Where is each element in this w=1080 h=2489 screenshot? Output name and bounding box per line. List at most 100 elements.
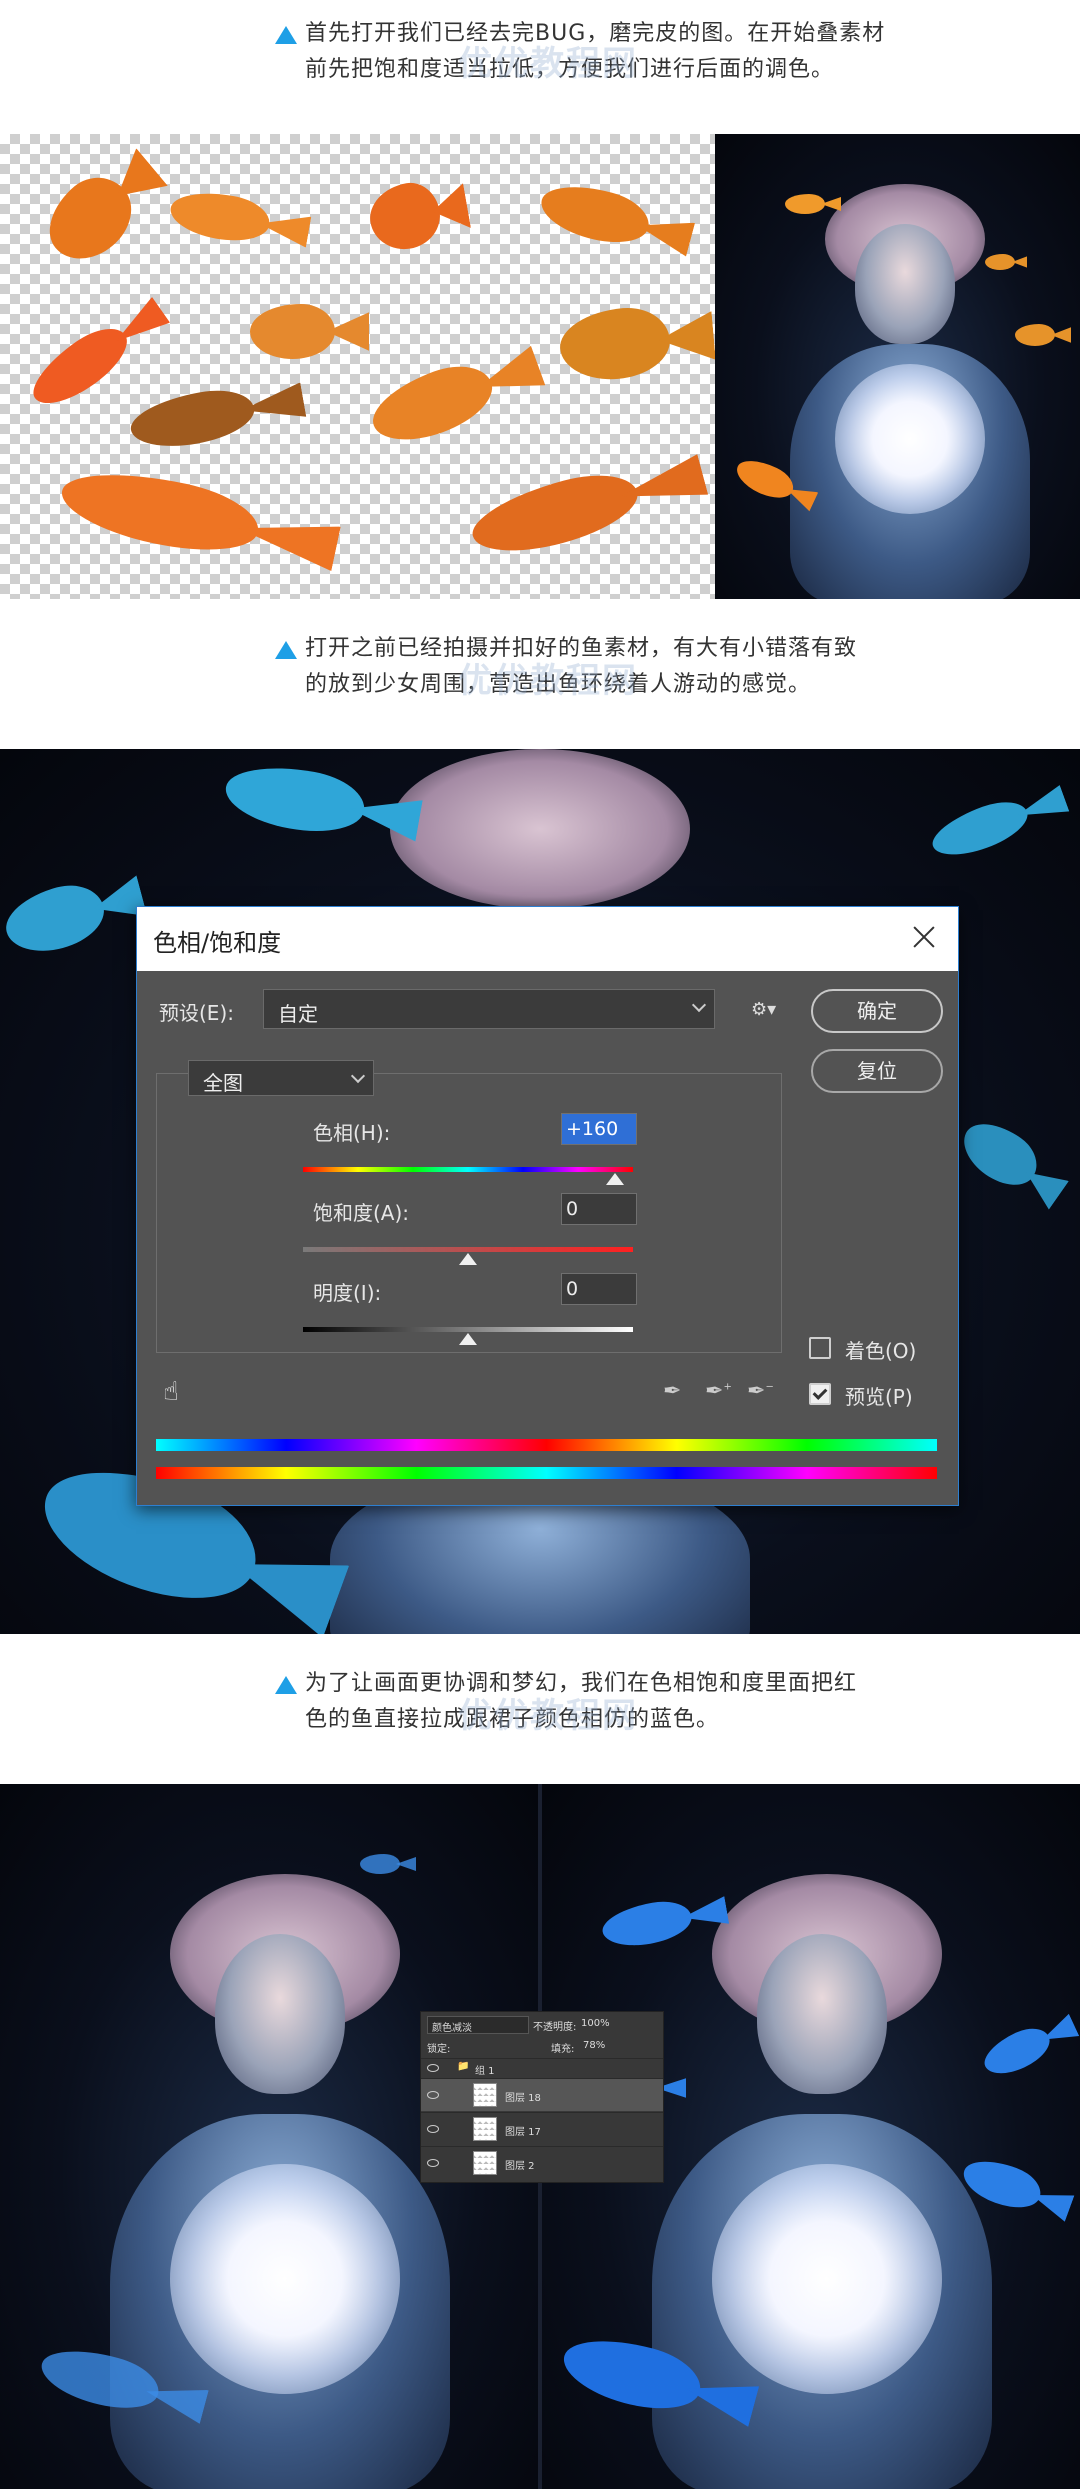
goldfish-image (33, 163, 147, 275)
goldfish-image (166, 185, 274, 248)
adjustment-group (156, 1073, 782, 1353)
layer-row[interactable]: 图层 2 (421, 2146, 663, 2179)
watermark: 优优教程网 (458, 1696, 638, 1736)
input-color-bar (156, 1467, 937, 1479)
gear-icon[interactable]: ⚙▾ (751, 999, 776, 1021)
hue-field[interactable]: +160 (561, 1113, 637, 1145)
blue-fish-image (599, 1896, 695, 1952)
hue-slider-thumb[interactable] (605, 1173, 624, 1185)
eye-icon[interactable] (427, 2125, 439, 2133)
saturation-field[interactable]: 0 (561, 1193, 637, 1225)
glowing-orb (712, 2164, 942, 2394)
goldfish-image (250, 304, 335, 359)
triangle-bullet-icon (275, 26, 297, 44)
goldfish-image (731, 452, 799, 506)
preview-checkbox[interactable] (809, 1383, 831, 1405)
blue-fish-image (360, 1854, 400, 1874)
dialog-title: 色相/饱和度 (153, 929, 282, 957)
lightness-slider-track[interactable] (303, 1327, 633, 1332)
blue-fish-image (926, 793, 1034, 865)
layer-name: 图层 2 (505, 2161, 535, 2172)
fill-value[interactable]: 78% (583, 2040, 605, 2051)
glowing-orb (170, 2164, 400, 2394)
fill-label: 填充: (551, 2044, 575, 2055)
triangle-bullet-icon (275, 1676, 297, 1694)
eyedropper-icon[interactable]: ✒ (663, 1379, 681, 1404)
channel-select[interactable]: 全图 (188, 1060, 374, 1096)
hue-label: 色相(H): (313, 1121, 391, 1145)
eyedropper-subtract-icon[interactable]: ✒− (747, 1379, 774, 1404)
blue-fish-image (977, 2020, 1057, 2083)
preset-value: 自定 (278, 1002, 318, 1026)
preview-label: 预览(P) (845, 1385, 913, 1409)
triangle-bullet-icon (275, 641, 297, 659)
transparent-canvas (0, 134, 715, 599)
goldfish-image (785, 194, 825, 214)
glowing-orb (835, 364, 985, 514)
lightness-label: 明度(I): (313, 1281, 382, 1305)
layer-row[interactable]: 图层 17 (421, 2112, 663, 2145)
goldfish-image (22, 316, 138, 417)
eye-icon[interactable] (427, 2159, 439, 2167)
reset-button[interactable]: 复位 (811, 1049, 943, 1093)
goldfish-image (363, 354, 502, 454)
hand-target-icon[interactable]: ☝ (163, 1377, 179, 1407)
girl-face (757, 1934, 887, 2094)
goldfish-image (55, 458, 265, 565)
layer-row[interactable]: 图层 18 (421, 2078, 663, 2111)
colorize-checkbox[interactable] (809, 1337, 831, 1359)
preset-label: 预设(E): (159, 1001, 234, 1025)
result-color-bar (156, 1439, 937, 1451)
blue-fish-image (952, 1110, 1048, 1198)
goldfish-image (364, 178, 446, 255)
goldfish-image (535, 175, 655, 253)
layer-thumbnail (473, 2083, 497, 2107)
opacity-value[interactable]: 100% (581, 2018, 610, 2029)
goldfish-image (985, 254, 1015, 270)
lock-label: 锁定: (427, 2044, 451, 2055)
caption-3: 为了让画面更协调和梦幻，我们在色相饱和度里面把红 色的鱼直接拉成跟裙子颜色相仿的… (0, 1634, 1080, 1784)
eyedropper-add-icon[interactable]: ✒+ (705, 1379, 732, 1404)
photo-fish-material (0, 134, 1080, 599)
close-icon[interactable] (904, 917, 944, 957)
folder-icon: 📁 (457, 2061, 470, 2072)
dialog-title-bar: 色相/饱和度 (137, 907, 958, 971)
caption-1: 首先打开我们已经去完BUG，磨完皮的图。在开始叠素材 前先把饱和度适当拉低，方便… (0, 0, 1080, 134)
eye-icon[interactable] (427, 2091, 439, 2099)
lightness-field[interactable]: 0 (561, 1273, 637, 1305)
watermark: 优优教程网 (458, 661, 638, 701)
girl-face (215, 1934, 345, 2094)
group-name: 组 1 (475, 2066, 495, 2077)
saturation-slider-thumb[interactable] (459, 1253, 477, 1265)
layer-thumbnail (473, 2117, 497, 2141)
saturation-slider-track[interactable] (303, 1247, 633, 1252)
colorize-label: 着色(O) (845, 1339, 917, 1363)
layer-name: 图层 18 (505, 2093, 541, 2104)
goldfish-image (465, 463, 645, 565)
preset-select[interactable]: 自定 (263, 989, 715, 1029)
blend-mode-select[interactable]: 颜色减淡 (427, 2016, 529, 2034)
blue-fish-image (220, 757, 370, 841)
eye-icon[interactable] (427, 2064, 439, 2072)
hue-slider-track[interactable] (303, 1167, 633, 1172)
watermark: 优优教程网 (458, 44, 638, 84)
chevron-down-icon (350, 1068, 366, 1084)
ok-button[interactable]: 确定 (811, 989, 943, 1033)
lightness-slider-thumb[interactable] (459, 1333, 477, 1345)
girl-photo-with-goldfish (715, 134, 1080, 599)
hue-saturation-dialog: 色相/饱和度 预设(E): 自定 ⚙▾ 确定 复位 全图 色相(H): +160… (136, 906, 959, 1506)
opacity-label: 不透明度: (533, 2022, 577, 2033)
bonnet (390, 749, 690, 909)
blue-fish-image (0, 877, 112, 961)
girl-face (855, 224, 955, 344)
layers-panel: 颜色减淡 不透明度: 100% 锁定: 填充: 78% 📁 组 1 图层 18 … (420, 2011, 664, 2183)
channel-value: 全图 (203, 1071, 243, 1095)
goldfish-image (557, 304, 673, 384)
caption-2: 打开之前已经拍摄并扣好的鱼素材，有大有小错落有致 的放到少女周围，营造出鱼环绕着… (0, 599, 1080, 749)
goldfish-image (126, 383, 259, 455)
goldfish-image (1015, 324, 1055, 346)
layer-thumbnail (473, 2151, 497, 2175)
layer-group-row[interactable]: 📁 组 1 (421, 2058, 663, 2077)
layer-name: 图层 17 (505, 2127, 541, 2138)
chevron-down-icon (691, 997, 707, 1013)
